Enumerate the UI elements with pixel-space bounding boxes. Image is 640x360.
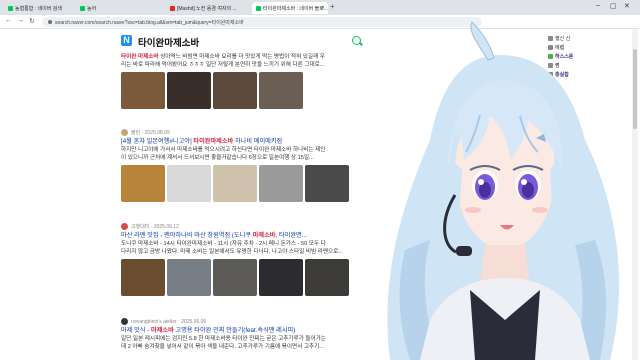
result-4-title[interactable]: 마제 맛식 - 마제소바 고명용 타이완 민찌 만들기(feat.속식맨 레시피… (121, 326, 356, 335)
result-3-snippet-line-1: 도니쿠 마제소바 - 14시 타이완마제소바 - 11시 (자유 주차 - 2시… (121, 241, 326, 247)
result-4-snippet-line-2: 데 2 아빠 숨겨찾을 넣어서 같이 볶아 색을 내준다. 고추가루가 기름에 … (121, 344, 324, 350)
back-icon[interactable]: ← (5, 17, 12, 24)
search-result-3: 고행대미 · 2025.09.12 마산 라멘 맛집 - 멘야하나비 마산 창원… (121, 222, 366, 296)
result-3-title[interactable]: 마산 라멘 맛집 - 멘야하나비 마산 창원역점 (도니쿠 마제소바, 타이완면… (121, 231, 356, 240)
result-1-snippet-line-2: 리는 바로 따라해 먹어봤어요 ㅎㅎㅎ 일단 저렇게 분연히 맛을 느끼기 위해… (121, 62, 325, 68)
naver-favicon-icon (256, 5, 261, 11)
close-tab-icon[interactable]: ✕ (321, 5, 325, 11)
result-1-snippet-line-1: 타이완 마제소바 성아역느 비빔면 마제소바 요리를 더 맛있게 먹는 병법이 … (121, 54, 325, 60)
tab-3[interactable]: [Mashd] 노컨 용경 여자의 ... (166, 2, 250, 14)
result-1-thumbnails (121, 72, 366, 109)
result-2-author[interactable]: 불린 · 2025.08.09 (121, 128, 366, 137)
result-4-author[interactable]: noriangbinin's atelier · 2025.06.06 (121, 317, 366, 326)
search-result-1: 타이완 마제소바 성아역느 비빔면 마제소바 요리를 더 맛있게 먹는 병법이 … (121, 53, 366, 109)
thumbnail-image[interactable] (121, 259, 165, 296)
ahoge (470, 21, 495, 61)
result-2-thumbnails (121, 165, 366, 202)
thumbnail-image[interactable] (121, 165, 165, 202)
result-3-thumbnails (121, 259, 366, 296)
eye-highlight-left (478, 179, 484, 185)
thumbnail-image[interactable] (167, 165, 211, 202)
thumbnail-image[interactable] (213, 165, 257, 202)
avatar (121, 318, 128, 325)
thumbnail-image[interactable] (305, 259, 349, 296)
avatar (121, 223, 128, 230)
tab-4-active[interactable]: 타이완마제소바 : 네이버 블로... ✕ (252, 2, 328, 14)
eye-highlight-right (521, 179, 527, 185)
url-text: search.naver.com/search.naver?ssc=tab.bl… (55, 19, 244, 26)
thumbnail-image[interactable] (305, 165, 349, 202)
browser-tab-strip: 농협통합 : 네이버 검색 농어 [Mashd] 노컨 용경 여자의 ... 타… (0, 0, 640, 15)
tab-2-label: 농어 (87, 5, 97, 12)
result-2-snippet-line-2: 이 있으니까 근처에 계셔서 드셔보시면 좋을거같습니다 6장으로 일본여행 상… (121, 155, 314, 161)
search-query[interactable]: 타이완마제소바 (138, 35, 199, 49)
search-result-4: noriangbinin's atelier · 2025.06.06 마제 맛… (121, 317, 366, 351)
blush-left (465, 207, 481, 213)
avatar (121, 129, 128, 136)
result-3-snippet-line-2: 다리지 않고 금방 나왔다. 마제 소바는 일본에서도 유명한 디너다, 나고야… (121, 249, 343, 255)
naver-favicon-icon (80, 5, 85, 11)
tab-3-label: [Mashd] 노컨 용경 여자의 ... (177, 5, 237, 12)
result-2-title[interactable]: [4월 혼자 일본여행#니고야] 타이완마제소바 하나비 메이에키점 (121, 137, 356, 146)
tab-1[interactable]: 농협통합 : 네이버 검색 (4, 2, 74, 14)
result-3-author[interactable]: 고행대미 · 2025.09.12 (121, 222, 366, 231)
thumbnail-image[interactable] (121, 72, 165, 109)
result-2-snippet-line-1: 하지만 니고야에 가서서 마제소바를 먹으시려고 하신다면 타이완 마제소바 하… (121, 147, 326, 153)
maximize-icon[interactable]: ▢ (610, 2, 617, 10)
site-info-icon[interactable] (48, 20, 52, 24)
thumbnail-image[interactable] (259, 72, 303, 109)
thumbnail-image[interactable] (167, 259, 211, 296)
screen: 농협통합 : 네이버 검색 농어 [Mashd] 노컨 용경 여자의 ... 타… (0, 0, 640, 360)
blush-right (532, 207, 548, 213)
youtube-favicon-icon (170, 5, 175, 11)
naver-favicon-icon (8, 5, 13, 11)
result-4-snippet-line-1: 일단 일본 레시피에는 검지민 5.8 한 마제소바용 타이완 민찌는 굳은 고… (121, 336, 326, 342)
thumbnail-image[interactable] (259, 165, 303, 202)
search-result-2: 불린 · 2025.08.09 [4월 혼자 일본여행#니고야] 타이완마제소바… (121, 128, 366, 202)
vtuber-avatar (387, 21, 620, 360)
tab-1-label: 농협통합 : 네이버 검색 (15, 5, 62, 12)
tab-2[interactable]: 농어 (76, 2, 164, 14)
headset-mic-icon (456, 246, 472, 256)
minimize-icon[interactable]: – (596, 2, 600, 9)
thumbnail-image[interactable] (167, 72, 211, 109)
thumbnail-image[interactable] (213, 72, 257, 109)
new-tab-icon[interactable]: + (330, 2, 335, 11)
close-window-icon[interactable]: ✕ (624, 2, 630, 10)
reload-icon[interactable]: ↻ (29, 17, 35, 25)
thumbnail-image[interactable] (259, 259, 303, 296)
thumbnail-image[interactable] (213, 259, 257, 296)
tab-4-label: 타이완마제소바 : 네이버 블로... (263, 5, 328, 12)
forward-icon[interactable]: → (17, 17, 24, 24)
naver-logo[interactable]: N (121, 35, 132, 46)
